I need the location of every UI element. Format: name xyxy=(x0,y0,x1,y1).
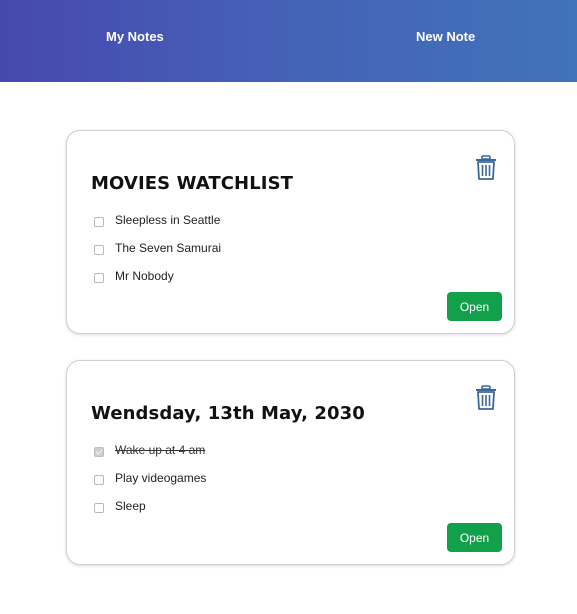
note-title: Wendsday, 13th May, 2030 xyxy=(91,403,365,424)
nav-my-notes-link[interactable]: My Notes xyxy=(106,29,164,44)
top-navbar: My Notes New Note xyxy=(0,0,577,82)
note-title: MOVIES WATCHLIST xyxy=(91,173,294,194)
item-label: The Seven Samurai xyxy=(115,241,222,255)
item-checkbox[interactable] xyxy=(94,245,104,255)
item-checkbox-checked[interactable] xyxy=(94,447,104,457)
trash-icon[interactable] xyxy=(475,385,497,411)
note-card: MOVIES WATCHLIST Sleepless in Seattle Th… xyxy=(66,130,515,334)
item-checkbox[interactable] xyxy=(94,273,104,283)
open-note-button[interactable]: Open xyxy=(447,292,502,321)
item-checkbox[interactable] xyxy=(94,503,104,513)
open-note-button[interactable]: Open xyxy=(447,523,502,552)
nav-new-note-link[interactable]: New Note xyxy=(416,29,475,44)
item-label: Play videogames xyxy=(115,471,207,485)
item-checkbox[interactable] xyxy=(94,475,104,485)
item-label: Wake up at 4 am xyxy=(115,443,206,457)
item-label: Sleep xyxy=(115,499,146,513)
trash-icon[interactable] xyxy=(475,155,497,181)
item-checkbox[interactable] xyxy=(94,217,104,227)
item-label: Mr Nobody xyxy=(115,269,174,283)
note-card: Wendsday, 13th May, 2030 Wake up at 4 am… xyxy=(66,360,515,565)
item-label: Sleepless in Seattle xyxy=(115,213,221,227)
